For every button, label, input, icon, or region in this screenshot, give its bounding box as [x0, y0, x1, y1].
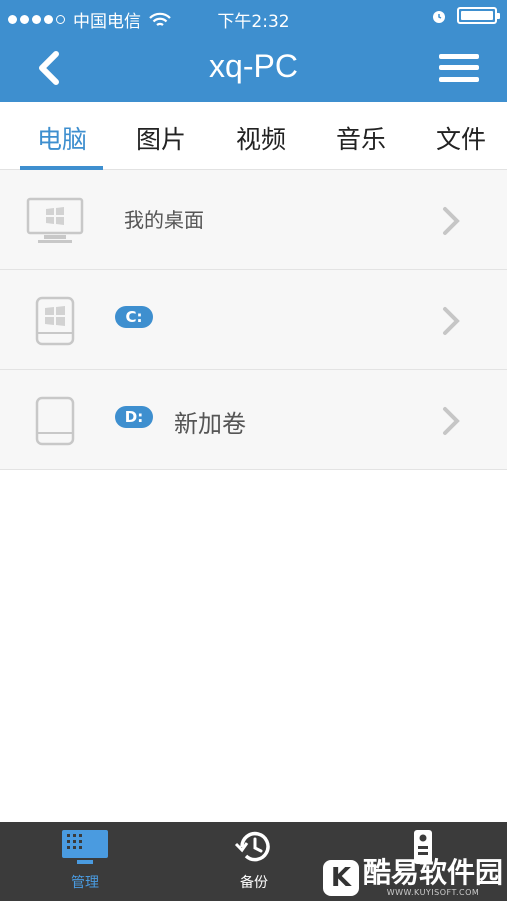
tab-pictures[interactable]: 图片 — [111, 120, 211, 156]
page-title: xq-PC — [209, 48, 298, 84]
list-item-desktop[interactable]: 我的桌面 — [0, 170, 507, 270]
battery-icon — [457, 7, 500, 24]
screen-grid-icon — [62, 830, 108, 864]
tab-label: 备份 — [240, 875, 268, 891]
tab-computer[interactable]: 电脑 — [12, 120, 112, 156]
alarm-icon — [433, 10, 445, 23]
chevron-right-icon — [443, 207, 460, 235]
tab-files[interactable]: 文件 — [411, 120, 507, 156]
tab-backup[interactable]: 备份 — [209, 828, 299, 892]
desktop-monitor-icon — [26, 197, 84, 243]
windows-drive-icon — [35, 296, 75, 346]
drive-letter-badge: C: — [115, 306, 153, 328]
drive-letter-badge: D: — [115, 406, 153, 428]
status-right — [431, 7, 500, 24]
watermark-subtext: WWW.KUYISOFT.COM — [386, 888, 480, 897]
hard-drive-icon — [35, 396, 75, 446]
watermark-logo: K — [322, 860, 359, 896]
tab-music[interactable]: 音乐 — [311, 120, 411, 156]
status-bar: 中国电信 下午2:32 — [0, 0, 507, 34]
tab-manage[interactable]: 管理 — [40, 828, 130, 892]
history-clock-icon — [234, 831, 270, 862]
tab-label: 管理 — [71, 875, 99, 891]
nav-bar: xq-PC — [0, 34, 507, 102]
watermark: K 酷易软件园 WWW.KUYISOFT.COM — [322, 856, 503, 898]
volume-name: 新加卷 — [174, 410, 246, 438]
list-item-drive-c[interactable]: C: — [0, 270, 507, 370]
watermark-text: 酷易软件园 — [362, 856, 503, 889]
menu-hamburger-icon[interactable] — [439, 52, 479, 84]
list-item-drive-d[interactable]: D: 新加卷 — [0, 370, 507, 470]
list-item-label: 我的桌面 — [124, 208, 204, 232]
file-location-list: 我的桌面 C: D: 新加卷 — [0, 170, 507, 470]
category-tabs: 电脑 图片 视频 音乐 文件 — [0, 102, 507, 170]
chevron-right-icon — [443, 307, 460, 335]
chevron-right-icon — [443, 407, 460, 435]
tab-videos[interactable]: 视频 — [211, 120, 311, 156]
